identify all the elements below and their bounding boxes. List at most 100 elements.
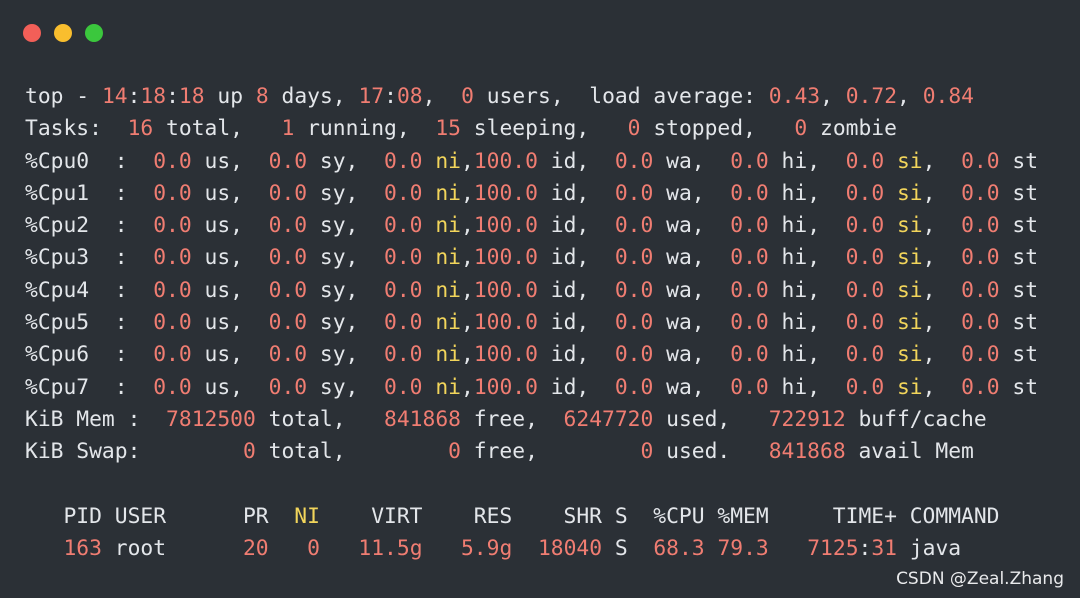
terminal-text: %Cpu2 : xyxy=(25,213,154,239)
terminal-text: top - xyxy=(25,84,102,109)
terminal-text: 0 xyxy=(794,116,808,142)
terminal-text: 0.0 xyxy=(384,148,423,174)
terminal-text: 0.0 xyxy=(384,213,423,239)
terminal-text: si xyxy=(896,310,923,336)
maximize-window-button[interactable] xyxy=(85,24,103,42)
terminal-text: ni xyxy=(435,180,461,206)
terminal-text: si xyxy=(896,180,923,206)
terminal-text: 0.0 xyxy=(730,180,769,206)
terminal-text: 79.3 xyxy=(717,536,769,562)
terminal-line: %Cpu6 : 0.0 us, 0.0 sy, 0.0 ni,100.0 id,… xyxy=(25,339,1038,371)
terminal-text: id, xyxy=(537,180,615,206)
terminal-text: java xyxy=(897,536,962,562)
terminal-text: 100.0 xyxy=(473,180,538,206)
terminal-text: 841868 xyxy=(768,439,846,465)
terminal-text: wa, xyxy=(653,245,731,271)
terminal-text: hi, xyxy=(768,342,846,368)
terminal-text: ni xyxy=(435,213,461,239)
terminal-text: 0.0 xyxy=(153,245,192,271)
terminal-text: 20 xyxy=(242,536,269,562)
terminal-text: 0.0 xyxy=(153,180,192,206)
terminal-text: %Cpu7 : xyxy=(25,374,154,400)
terminal-window: top - 14:18:18 up 8 days, 17:08, 0 users… xyxy=(0,0,1080,598)
terminal-text: days, xyxy=(268,84,359,109)
terminal-text: %Cpu3 : xyxy=(25,245,154,271)
terminal-text: stopped, xyxy=(640,116,795,142)
terminal-text: 08 xyxy=(396,84,423,109)
terminal-text: id, xyxy=(537,245,615,271)
terminal-text: hi, xyxy=(768,374,846,400)
terminal-line: %Cpu3 : 0.0 us, 0.0 sy, 0.0 ni,100.0 id,… xyxy=(25,242,1038,274)
terminal-text: buff/cache xyxy=(845,406,987,432)
terminal-text: 0.0 xyxy=(845,310,885,336)
terminal-text: 0.0 xyxy=(268,342,308,368)
terminal-text: 100.0 xyxy=(473,213,538,239)
terminal-line: 163 root 20 0 11.5g 5.9g 18040 S 68.3 79… xyxy=(25,533,1038,565)
terminal-text: sleeping, xyxy=(460,116,628,142)
terminal-text: 0.0 xyxy=(845,148,885,174)
terminal-text: , xyxy=(922,148,962,174)
terminal-text: 15 xyxy=(435,116,461,142)
terminal-text: hi, xyxy=(768,213,846,239)
terminal-text: us, xyxy=(191,374,269,400)
terminal-text: 0.0 xyxy=(153,310,192,336)
close-window-button[interactable] xyxy=(23,24,41,42)
terminal-text: 0.0 xyxy=(730,277,769,303)
terminal-text: 0.0 xyxy=(153,342,192,368)
terminal-text: , xyxy=(460,342,474,368)
terminal-text: st xyxy=(999,180,1039,206)
terminal-line: KiB Swap: 0 total, 0 free, 0 used. 84186… xyxy=(25,436,1038,468)
terminal-text: wa, xyxy=(653,180,731,206)
terminal-text: id, xyxy=(537,213,615,239)
terminal-text: 0.0 xyxy=(961,148,1000,174)
terminal-text: free, xyxy=(460,406,564,432)
terminal-text: , xyxy=(460,180,474,206)
terminal-text: ni xyxy=(435,342,461,368)
terminal-text: 0.0 xyxy=(845,213,885,239)
terminal-text: 100.0 xyxy=(473,245,538,271)
terminal-text: 0.0 xyxy=(384,310,423,336)
terminal-text: si xyxy=(896,374,923,400)
terminal-text: 0.0 xyxy=(384,342,423,368)
terminal-text: 100.0 xyxy=(473,310,538,336)
terminal-text: 0 xyxy=(640,439,654,465)
terminal-text: 0.0 xyxy=(730,342,769,368)
terminal-text: wa, xyxy=(653,213,731,239)
terminal-text: , xyxy=(922,180,962,206)
terminal-text: 163 xyxy=(63,536,102,562)
terminal-text: id, xyxy=(537,148,615,174)
terminal-text: 8 xyxy=(255,84,269,109)
terminal-line: %Cpu1 : 0.0 us, 0.0 sy, 0.0 ni,100.0 id,… xyxy=(25,178,1038,210)
terminal-text: 0.0 xyxy=(614,148,654,174)
terminal-output[interactable]: top - 14:18:18 up 8 days, 17:08, 0 users… xyxy=(25,81,1038,565)
terminal-text: 31 xyxy=(871,536,898,562)
terminal-text: ni xyxy=(435,245,461,271)
terminal-text: st xyxy=(999,245,1039,271)
terminal-line: KiB Mem : 7812500 total, 841868 free, 62… xyxy=(25,404,1038,436)
terminal-text: 0.0 xyxy=(961,310,1000,336)
terminal-line: %Cpu7 : 0.0 us, 0.0 sy, 0.0 ni,100.0 id,… xyxy=(25,372,1038,404)
terminal-text: 0.0 xyxy=(845,245,885,271)
terminal-text: %Cpu5 : xyxy=(25,310,154,336)
terminal-text: 0.0 xyxy=(614,277,654,303)
terminal-text: 100.0 xyxy=(473,374,538,400)
terminal-text: id, xyxy=(537,342,615,368)
terminal-text: , xyxy=(422,84,462,109)
terminal-text: sy, xyxy=(307,180,385,206)
terminal-text: ni xyxy=(435,374,461,400)
minimize-window-button[interactable] xyxy=(54,24,72,42)
terminal-text: 0.0 xyxy=(961,180,1000,206)
terminal-text: 0.0 xyxy=(845,277,885,303)
